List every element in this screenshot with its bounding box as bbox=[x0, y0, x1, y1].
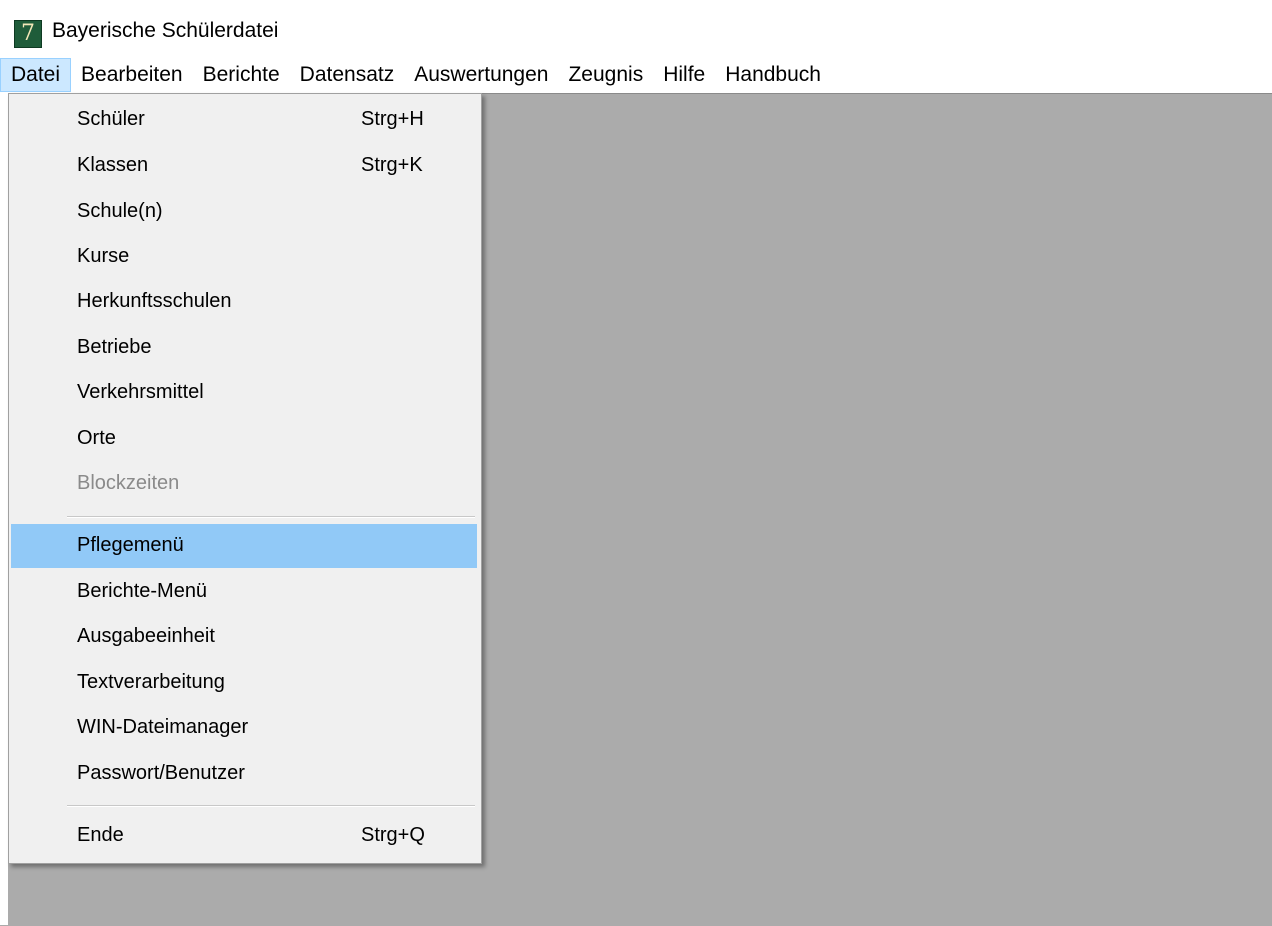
title-bar: 7 Bayerische Schülerdatei bbox=[0, 0, 1272, 58]
menu-auswertungen[interactable]: Auswertungen bbox=[404, 58, 558, 92]
menu-item-kurse[interactable]: Kurse bbox=[11, 235, 477, 279]
menu-item-label: Pflegemenü bbox=[77, 534, 184, 556]
menu-item-betriebe[interactable]: Betriebe bbox=[11, 326, 477, 370]
menu-item-label: Ausgabeeinheit bbox=[77, 625, 215, 647]
app-icon-glyph: 7 bbox=[21, 21, 35, 46]
menu-item-label: Schule(n) bbox=[77, 200, 163, 222]
menu-item-schulen[interactable]: Schule(n) bbox=[11, 190, 477, 234]
menu-handbuch[interactable]: Handbuch bbox=[715, 58, 831, 92]
menu-item-textverarbeitung[interactable]: Textverarbeitung bbox=[11, 661, 477, 705]
menu-item-ausgabeeinheit[interactable]: Ausgabeeinheit bbox=[11, 615, 477, 659]
menu-item-pflegemenue[interactable]: Pflegemenü bbox=[11, 524, 477, 568]
menu-item-label: Orte bbox=[77, 427, 116, 449]
datei-dropdown-menu: Schüler Strg+H Klassen Strg+K Schule(n) … bbox=[8, 93, 482, 864]
menu-item-label: Schüler bbox=[77, 108, 145, 130]
menu-item-label: Herkunftsschulen bbox=[77, 290, 232, 312]
menu-berichte[interactable]: Berichte bbox=[193, 58, 290, 92]
menu-item-schueler[interactable]: Schüler Strg+H bbox=[11, 98, 477, 142]
menu-item-herkunftsschulen[interactable]: Herkunftsschulen bbox=[11, 280, 477, 324]
menu-item-label: Kurse bbox=[77, 245, 130, 267]
menu-item-label: Betriebe bbox=[77, 336, 152, 358]
menu-zeugnis[interactable]: Zeugnis bbox=[558, 58, 653, 92]
menu-item-ende[interactable]: Ende Strg+Q bbox=[11, 814, 477, 858]
menu-bearbeiten[interactable]: Bearbeiten bbox=[71, 58, 193, 92]
menu-item-label: Berichte-Menü bbox=[77, 580, 208, 602]
menu-item-shortcut: Strg+H bbox=[361, 108, 424, 130]
menu-item-verkehrsmittel[interactable]: Verkehrsmittel bbox=[11, 371, 477, 415]
menu-item-shortcut: Strg+Q bbox=[361, 824, 425, 846]
window-title: Bayerische Schülerdatei bbox=[52, 19, 279, 42]
menu-hilfe[interactable]: Hilfe bbox=[653, 58, 715, 92]
menu-item-passwort-benutzer[interactable]: Passwort/Benutzer bbox=[11, 752, 477, 796]
menu-item-klassen[interactable]: Klassen Strg+K bbox=[11, 144, 477, 188]
menu-separator bbox=[67, 805, 475, 807]
menu-item-shortcut: Strg+K bbox=[361, 154, 423, 176]
menu-item-berichte-menue[interactable]: Berichte-Menü bbox=[11, 570, 477, 614]
menu-bar: Datei Bearbeiten Berichte Datensatz Ausw… bbox=[0, 58, 1272, 92]
menu-item-orte[interactable]: Orte bbox=[11, 417, 477, 461]
menu-item-label: Passwort/Benutzer bbox=[77, 762, 245, 784]
menu-item-label: Textverarbeitung bbox=[77, 671, 225, 693]
menu-datei[interactable]: Datei bbox=[0, 58, 72, 92]
menu-item-label: Ende bbox=[77, 824, 124, 846]
menu-separator bbox=[67, 516, 475, 518]
menu-datensatz[interactable]: Datensatz bbox=[290, 58, 405, 92]
app-icon[interactable]: 7 bbox=[14, 20, 42, 48]
menu-item-label: Blockzeiten bbox=[77, 472, 180, 494]
workspace-left-edge bbox=[0, 93, 8, 925]
menu-item-win-dateimanager[interactable]: WIN-Dateimanager bbox=[11, 706, 477, 750]
menu-item-blockzeiten: Blockzeiten bbox=[11, 462, 477, 506]
menu-item-label: Verkehrsmittel bbox=[77, 381, 204, 403]
menu-item-label: WIN-Dateimanager bbox=[77, 716, 249, 738]
menu-item-label: Klassen bbox=[77, 154, 149, 176]
